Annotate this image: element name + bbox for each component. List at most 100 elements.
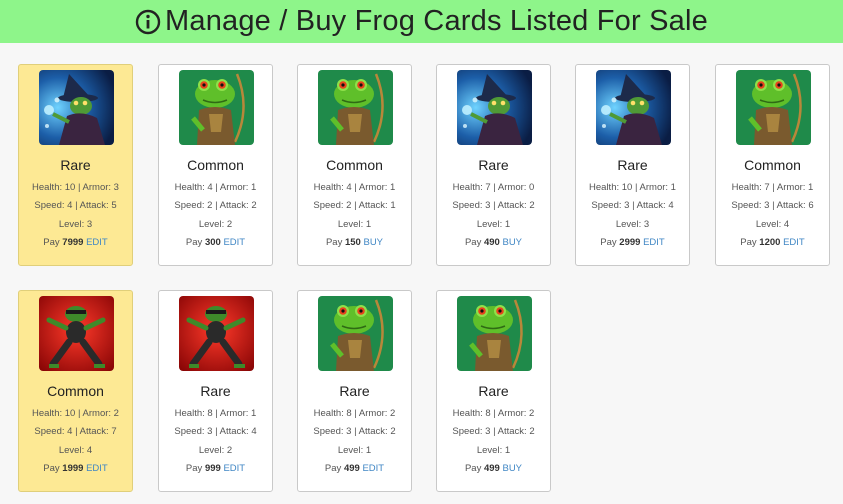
card-pay-line: Pay 300 EDIT <box>159 237 272 248</box>
pay-label: Pay <box>185 237 203 248</box>
card-price: 499 <box>483 463 500 474</box>
card-pay-line: Pay 499 EDIT <box>298 463 411 474</box>
edit-link[interactable]: EDIT <box>362 463 384 474</box>
page-header: Manage / Buy Frog Cards Listed For Sale <box>0 0 843 43</box>
card-speed-attack: Speed: 3 | Attack: 4 <box>174 426 257 437</box>
info-circle-icon <box>135 9 161 35</box>
card-rarity: Common <box>744 157 801 173</box>
buy-link[interactable]: BUY <box>363 237 383 248</box>
frog-card[interactable]: Rare Health: 8 | Armor: 1 Speed: 3 | Att… <box>158 290 273 492</box>
card-speed-attack: Speed: 3 | Attack: 2 <box>313 426 396 437</box>
edit-link[interactable]: EDIT <box>643 237 665 248</box>
frog-archer-image <box>179 70 254 145</box>
card-health-armor: Health: 10 | Armor: 3 <box>32 182 119 193</box>
card-rarity: Rare <box>478 383 509 399</box>
pay-label: Pay <box>324 463 342 474</box>
card-price: 7999 <box>62 237 84 248</box>
card-pay-line: Pay 1200 EDIT <box>716 237 829 248</box>
card-health-armor: Health: 8 | Armor: 1 <box>174 408 257 419</box>
card-health-armor: Health: 4 | Armor: 1 <box>313 182 396 193</box>
card-speed-attack: Speed: 3 | Attack: 2 <box>452 200 535 211</box>
card-rarity: Rare <box>200 383 231 399</box>
card-price: 490 <box>483 237 500 248</box>
edit-link[interactable]: EDIT <box>783 237 805 248</box>
card-pay-line: Pay 490 BUY <box>437 237 550 248</box>
card-health-armor: Health: 7 | Armor: 0 <box>452 182 535 193</box>
frog-card[interactable]: Rare Health: 8 | Armor: 2 Speed: 3 | Att… <box>297 290 412 492</box>
card-speed-attack: Speed: 4 | Attack: 7 <box>34 426 117 437</box>
card-pay-line: Pay 499 BUY <box>437 463 550 474</box>
card-rarity: Common <box>47 383 104 399</box>
card-pay-line: Pay 150 BUY <box>298 237 411 248</box>
frog-card[interactable]: Rare Health: 10 | Armor: 1 Speed: 3 | At… <box>575 64 690 266</box>
card-level: Level: 2 <box>198 445 233 456</box>
pay-label: Pay <box>43 463 60 474</box>
card-rarity: Rare <box>60 157 91 173</box>
frog-ninja-image <box>39 296 114 371</box>
card-level: Level: 1 <box>476 445 511 456</box>
frog-archer-image <box>736 70 811 145</box>
card-health-armor: Health: 4 | Armor: 1 <box>174 182 257 193</box>
card-pay-line: Pay 7999 EDIT <box>19 237 132 248</box>
card-level: Level: 3 <box>615 219 650 230</box>
card-health-armor: Health: 10 | Armor: 1 <box>589 182 676 193</box>
card-speed-attack: Speed: 3 | Attack: 4 <box>591 200 674 211</box>
card-level: Level: 2 <box>198 219 233 230</box>
card-health-armor: Health: 7 | Armor: 1 <box>731 182 814 193</box>
card-health-armor: Health: 8 | Armor: 2 <box>313 408 396 419</box>
card-price: 999 <box>204 463 221 474</box>
card-level: Level: 1 <box>476 219 511 230</box>
frog-card[interactable]: Rare Health: 7 | Armor: 0 Speed: 3 | Att… <box>436 64 551 266</box>
pay-label: Pay <box>740 237 757 248</box>
card-pay-line: Pay 2999 EDIT <box>576 237 689 248</box>
frog-card[interactable]: Common Health: 4 | Armor: 1 Speed: 2 | A… <box>297 64 412 266</box>
frog-wizard-image <box>596 70 671 145</box>
frog-wizard-image <box>39 70 114 145</box>
pay-label: Pay <box>43 237 60 248</box>
card-price: 300 <box>204 237 221 248</box>
edit-link[interactable]: EDIT <box>223 237 245 248</box>
card-rarity: Rare <box>339 383 370 399</box>
frog-archer-image <box>457 296 532 371</box>
page-title: Manage / Buy Frog Cards Listed For Sale <box>165 5 708 37</box>
card-price: 499 <box>343 463 360 474</box>
card-price: 1999 <box>62 463 84 474</box>
card-health-armor: Health: 8 | Armor: 2 <box>452 408 535 419</box>
edit-link[interactable]: EDIT <box>86 237 108 248</box>
frog-card[interactable]: Common Health: 7 | Armor: 1 Speed: 3 | A… <box>715 64 830 266</box>
frog-archer-image <box>318 70 393 145</box>
card-speed-attack: Speed: 3 | Attack: 2 <box>452 426 535 437</box>
buy-link[interactable]: BUY <box>502 463 522 474</box>
card-level: Level: 4 <box>58 445 93 456</box>
card-speed-attack: Speed: 4 | Attack: 5 <box>34 200 117 211</box>
buy-link[interactable]: BUY <box>502 237 522 248</box>
card-health-armor: Health: 10 | Armor: 2 <box>32 408 119 419</box>
pay-label: Pay <box>600 237 617 248</box>
card-speed-attack: Speed: 2 | Attack: 1 <box>313 200 396 211</box>
card-rarity: Common <box>187 157 244 173</box>
card-rarity: Common <box>326 157 383 173</box>
card-rarity: Rare <box>617 157 648 173</box>
frog-card[interactable]: Common Health: 4 | Armor: 1 Speed: 2 | A… <box>158 64 273 266</box>
edit-link[interactable]: EDIT <box>86 463 108 474</box>
card-level: Level: 3 <box>58 219 93 230</box>
frog-card[interactable]: Rare Health: 8 | Armor: 2 Speed: 3 | Att… <box>436 290 551 492</box>
card-pay-line: Pay 1999 EDIT <box>19 463 132 474</box>
pay-label: Pay <box>464 463 482 474</box>
frog-card[interactable]: Rare Health: 10 | Armor: 3 Speed: 4 | At… <box>18 64 133 266</box>
edit-link[interactable]: EDIT <box>223 463 245 474</box>
card-level: Level: 1 <box>337 445 372 456</box>
card-pay-line: Pay 999 EDIT <box>159 463 272 474</box>
card-price: 1200 <box>759 237 781 248</box>
pay-label: Pay <box>185 463 203 474</box>
card-level: Level: 1 <box>337 219 372 230</box>
card-rarity: Rare <box>478 157 509 173</box>
card-price: 150 <box>344 237 361 248</box>
frog-card[interactable]: Common Health: 10 | Armor: 2 Speed: 4 | … <box>18 290 133 492</box>
pay-label: Pay <box>464 237 482 248</box>
card-level: Level: 4 <box>755 219 790 230</box>
frog-wizard-image <box>457 70 532 145</box>
pay-label: Pay <box>325 237 343 248</box>
frog-archer-image <box>318 296 393 371</box>
card-speed-attack: Speed: 2 | Attack: 2 <box>174 200 257 211</box>
